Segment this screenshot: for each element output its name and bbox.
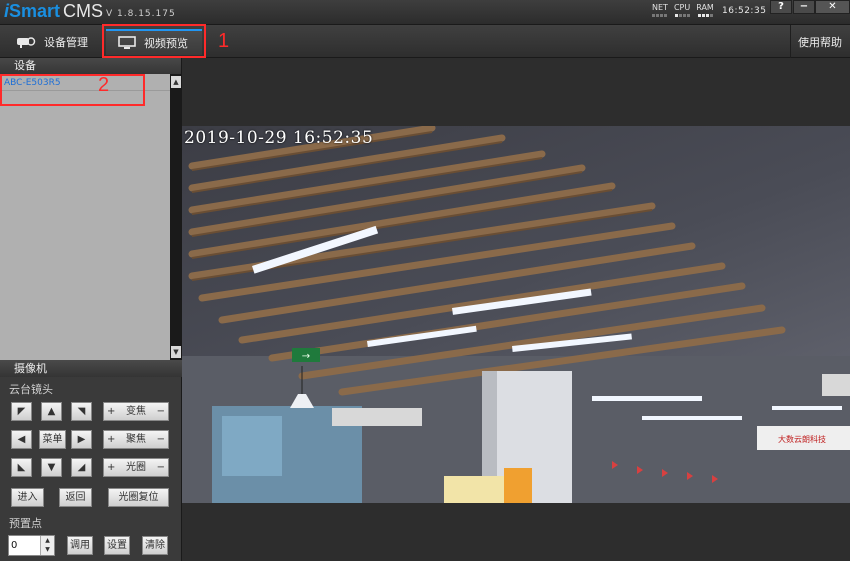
- spin-up-icon[interactable]: ▲: [41, 536, 54, 545]
- ptz-down-right-button[interactable]: ◢: [71, 458, 92, 477]
- ram-meter: RAM: [696, 3, 714, 17]
- zoom-minus-button[interactable]: −: [157, 403, 165, 420]
- net-meter-dots: [652, 14, 668, 17]
- iris-reset-button[interactable]: 光圈复位: [108, 488, 169, 507]
- cms-window: i Smart CMS V 1.8.15.175 NET CPU RAM 16:…: [0, 0, 850, 561]
- title-bar: i Smart CMS V 1.8.15.175 NET CPU RAM 16:…: [0, 0, 850, 25]
- focus-control: + 聚焦 −: [103, 430, 169, 449]
- ptz-up-left-button[interactable]: ◤: [11, 402, 32, 421]
- focus-plus-button[interactable]: +: [107, 431, 115, 448]
- close-button[interactable]: ✕: [815, 0, 850, 14]
- ptz-menu-button[interactable]: 菜单: [39, 430, 66, 449]
- annotation-number-2: 2: [98, 74, 110, 96]
- wall-sign-text: 大数云朗科技: [778, 434, 826, 444]
- zoom-plus-button[interactable]: +: [107, 403, 115, 420]
- ptz-up-right-button[interactable]: ◥: [71, 402, 92, 421]
- left-panel: 设备 ABC-E503R5 ▲ ▼ 摄像机 云台镜头 ◤ ▲ ◥ + 变焦 − …: [0, 58, 182, 561]
- app-logo: i Smart CMS: [4, 1, 103, 23]
- annotation-box-1: [102, 24, 206, 58]
- live-video-feed[interactable]: → 大数云朗科技 2019-10-29 16:52:35: [182, 126, 850, 503]
- tab-device-management[interactable]: 设备管理: [16, 29, 96, 55]
- camera-icon: [17, 37, 36, 48]
- iris-minus-button[interactable]: −: [157, 459, 165, 476]
- scroll-down-icon[interactable]: ▼: [171, 346, 181, 358]
- preset-label: 预置点: [9, 517, 42, 530]
- iris-plus-button[interactable]: +: [107, 459, 115, 476]
- annotation-number-1: 1: [218, 30, 230, 52]
- video-preview-area[interactable]: → 大数云朗科技 2019-10-29 16:52:35: [182, 58, 850, 561]
- cpu-meter-dots: [674, 14, 690, 17]
- video-timestamp: 2019-10-29 16:52:35: [184, 128, 374, 148]
- logo-cms: CMS: [63, 1, 104, 21]
- help-window-button[interactable]: ?: [770, 0, 792, 14]
- preset-input[interactable]: [11, 538, 39, 553]
- preset-stepper: ▲ ▼: [8, 535, 55, 556]
- tab-device-management-label: 设备管理: [44, 36, 88, 49]
- help-link[interactable]: 使用帮助: [798, 34, 842, 50]
- net-meter-label: NET: [652, 3, 668, 12]
- app-version: V 1.8.15.175: [106, 9, 176, 19]
- preset-set-button[interactable]: 设置: [104, 536, 130, 555]
- ram-meter-label: RAM: [696, 3, 714, 12]
- enter-button[interactable]: 进入: [11, 488, 44, 507]
- camera-panel-header: 摄像机: [0, 360, 182, 377]
- ptz-down-left-button[interactable]: ◣: [11, 458, 32, 477]
- ptz-down-button[interactable]: ▼: [41, 458, 62, 477]
- ptz-right-button[interactable]: ▶: [71, 430, 92, 449]
- back-button[interactable]: 返回: [59, 488, 92, 507]
- device-panel-header: 设备: [0, 58, 181, 74]
- device-tree: ABC-E503R5: [0, 74, 170, 360]
- preset-call-button[interactable]: 调用: [67, 536, 93, 555]
- minimize-button[interactable]: −: [793, 0, 815, 14]
- preset-clear-button[interactable]: 清除: [142, 536, 168, 555]
- spin-down-icon[interactable]: ▼: [41, 545, 54, 554]
- net-meter: NET: [652, 3, 668, 17]
- scroll-up-icon[interactable]: ▲: [171, 76, 181, 88]
- toolbar-separator: [790, 25, 791, 58]
- zoom-control: + 变焦 −: [103, 402, 169, 421]
- cpu-meter: CPU: [674, 3, 690, 17]
- focus-minus-button[interactable]: −: [157, 431, 165, 448]
- logo-smart: Smart: [9, 1, 61, 21]
- iris-control: + 光圈 −: [103, 458, 169, 477]
- focus-label: 聚焦: [126, 434, 146, 445]
- zoom-label: 变焦: [126, 406, 146, 417]
- clock: 16:52:35: [722, 6, 767, 16]
- cpu-meter-label: CPU: [673, 3, 691, 12]
- annotation-box-2: [0, 74, 145, 106]
- ptz-section-label: 云台镜头: [9, 383, 53, 396]
- resource-meters: NET CPU RAM: [652, 3, 714, 17]
- preset-spin-arrows[interactable]: ▲ ▼: [40, 536, 54, 555]
- ptz-left-button[interactable]: ◀: [11, 430, 32, 449]
- device-tree-scrollbar[interactable]: ▲ ▼: [170, 74, 182, 360]
- exit-sign-text: →: [302, 351, 310, 362]
- ram-meter-dots: [697, 14, 713, 17]
- ptz-up-button[interactable]: ▲: [41, 402, 62, 421]
- iris-label: 光圈: [126, 462, 146, 473]
- video-scene: → 大数云朗科技: [182, 126, 850, 503]
